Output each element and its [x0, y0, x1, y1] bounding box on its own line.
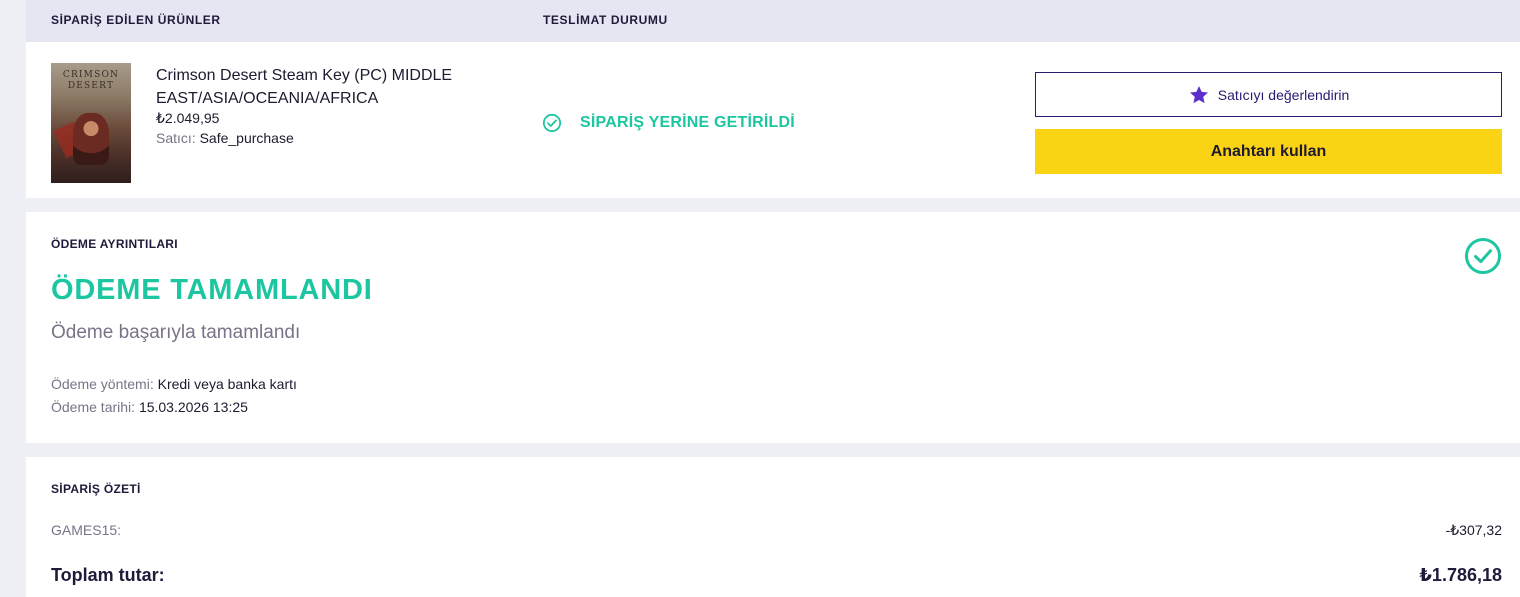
payment-date-label: Ödeme tarihi: [51, 399, 136, 415]
product-price: ₺2.049,95 [156, 110, 220, 126]
payment-date: Ödeme tarihi: 15.03.2026 13:25 [51, 399, 248, 415]
product-name[interactable]: Crimson Desert Steam Key (PC) MIDDLE EAS… [156, 64, 516, 110]
payment-details-panel: ÖDEME AYRINTILARI ÖDEME TAMAMLANDI Ödeme… [26, 212, 1520, 443]
total-amount-value: ₺1.786,18 [1419, 565, 1502, 585]
delivery-status: SİPARİŞ YERİNE GETİRİLDİ [542, 113, 795, 133]
check-circle-icon [1465, 238, 1501, 274]
products-column-header: SİPARİŞ EDİLEN ÜRÜNLER [51, 13, 221, 27]
payment-method: Ödeme yöntemi: Kredi veya banka kartı [51, 376, 297, 392]
delivery-column-header: TESLİMAT DURUMU [543, 13, 668, 27]
product-thumbnail[interactable]: CRIMSON DESERT [51, 63, 131, 183]
discount-code-label: GAMES15: [51, 522, 122, 538]
order-summary-panel: SİPARİŞ ÖZETİ GAMES15: -₺307,32 Toplam t… [26, 457, 1520, 597]
total-amount-label: Toplam tutar: [51, 565, 165, 585]
payment-method-label: Ödeme yöntemi: [51, 376, 154, 392]
rate-seller-button[interactable]: Satıcıyı değerlendirin [1035, 72, 1502, 117]
payment-date-value: 15.03.2026 13:25 [138, 399, 248, 415]
discount-value: -₺307,32 [1445, 522, 1502, 538]
thumbnail-title-line2: DESERT [67, 81, 115, 91]
order-summary-title: SİPARİŞ ÖZETİ [51, 482, 141, 496]
product-seller: Satıcı: Safe_purchase [156, 130, 294, 146]
star-icon [1189, 85, 1208, 103]
check-circle-icon [542, 113, 562, 133]
seller-label: Satıcı: [156, 130, 196, 146]
rate-seller-label: Satıcıyı değerlendirin [1217, 86, 1350, 103]
thumbnail-title-line1: CRIMSON [62, 70, 120, 80]
seller-name[interactable]: Safe_purchase [200, 130, 294, 146]
order-item-row: CRIMSON DESERT Crimson Desert Steam Key … [26, 42, 1520, 198]
orders-table-header: SİPARİŞ EDİLEN ÜRÜNLER TESLİMAT DURUMU [26, 0, 1520, 42]
use-key-button[interactable]: Anahtarı kullan [1035, 129, 1502, 174]
thumbnail-art-figure [73, 113, 109, 165]
delivery-status-text: SİPARİŞ YERİNE GETİRİLDİ [580, 114, 795, 131]
payment-method-value: Kredi veya banka kartı [157, 376, 297, 392]
payment-details-title: ÖDEME AYRINTILARI [51, 237, 178, 251]
payment-status: ÖDEME TAMAMLANDI [51, 274, 373, 306]
payment-subtitle: Ödeme başarıyla tamamlandı [51, 322, 301, 343]
